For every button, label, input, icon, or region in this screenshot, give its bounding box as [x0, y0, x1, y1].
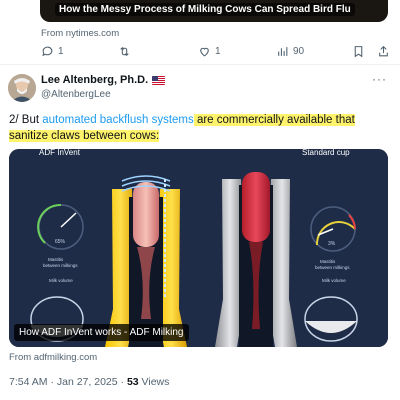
post-time: 7:54 AM	[9, 376, 48, 388]
avatar-image	[8, 74, 36, 102]
post-link[interactable]: automated backflush systems	[42, 114, 194, 126]
right-gauge-caption-2: between milkings	[315, 265, 350, 270]
left-gauge-caption-2: between milkings	[43, 263, 78, 268]
bar-chart-icon	[278, 46, 288, 56]
timestamp-separator: ·	[50, 376, 54, 388]
like-count: 1	[215, 45, 221, 57]
views-separator: ·	[120, 376, 125, 388]
post-video[interactable]: ADF InVent Standard cup 65% Mastitis bet…	[9, 149, 388, 347]
post-divider	[0, 64, 400, 65]
bookmark-icon	[354, 45, 363, 57]
view-count: 90	[293, 45, 305, 57]
share-button[interactable]	[377, 42, 390, 60]
left-jar-label: Milk volume	[49, 278, 73, 283]
more-options-icon[interactable]: ···	[372, 72, 387, 86]
reply-count: 1	[58, 45, 64, 57]
right-jar-label: Milk volume	[322, 278, 346, 283]
reply-button[interactable]: 1	[41, 42, 64, 60]
post-text-line2: sanitize claws between cows:	[9, 130, 160, 142]
post-text-highlighted: are commercially available that	[193, 114, 355, 126]
right-gauge-caption-1: Mastitis	[320, 259, 336, 264]
like-button[interactable]: 1	[198, 42, 221, 60]
repost-button[interactable]	[118, 42, 135, 60]
left-device-label: ADF InVent	[39, 149, 81, 157]
post-text-prefix: 2/ But	[9, 114, 43, 126]
media-source[interactable]: From adfmilking.com	[9, 352, 97, 363]
author-handle[interactable]: @AltenbergLee	[41, 89, 111, 100]
views-label: Views	[141, 376, 170, 388]
views-button[interactable]: 90	[276, 42, 304, 60]
video-title: How ADF InVent works - ADF Milking	[14, 324, 189, 341]
video-thumbnail: ADF InVent Standard cup 65% Mastitis bet…	[9, 149, 388, 347]
post-action-bar: 1 1 90	[41, 42, 391, 60]
link-card-source[interactable]: From nytimes.com	[41, 28, 119, 39]
author-name: Lee Altenberg, Ph.D.	[41, 74, 149, 86]
repost-icon	[120, 46, 129, 56]
link-card-image[interactable]: How the Messy Process of Milking Cows Ca…	[40, 0, 388, 22]
heart-icon	[200, 47, 209, 56]
share-icon	[379, 45, 388, 56]
reply-icon	[42, 46, 53, 56]
bookmark-button[interactable]	[352, 42, 365, 60]
author-name-row[interactable]: Lee Altenberg, Ph.D.	[41, 74, 166, 86]
post-date: Jan 27, 2025	[56, 376, 118, 388]
avatar[interactable]	[8, 74, 36, 102]
us-flag-icon	[152, 75, 166, 85]
post-text: 2/ But automated backflush systems are c…	[9, 112, 389, 144]
views-count: 53	[126, 376, 139, 388]
left-gauge-value: 65%	[55, 239, 66, 245]
right-gauge-value: 3%	[328, 241, 336, 247]
left-gauge-caption-1: Mastitis	[48, 257, 64, 262]
post-timestamp[interactable]: 7:54 AM · Jan 27, 2025 · 53 Views	[9, 376, 169, 388]
right-device-label: Standard cup	[302, 149, 350, 157]
link-card-headline: How the Messy Process of Milking Cows Ca…	[55, 3, 355, 16]
